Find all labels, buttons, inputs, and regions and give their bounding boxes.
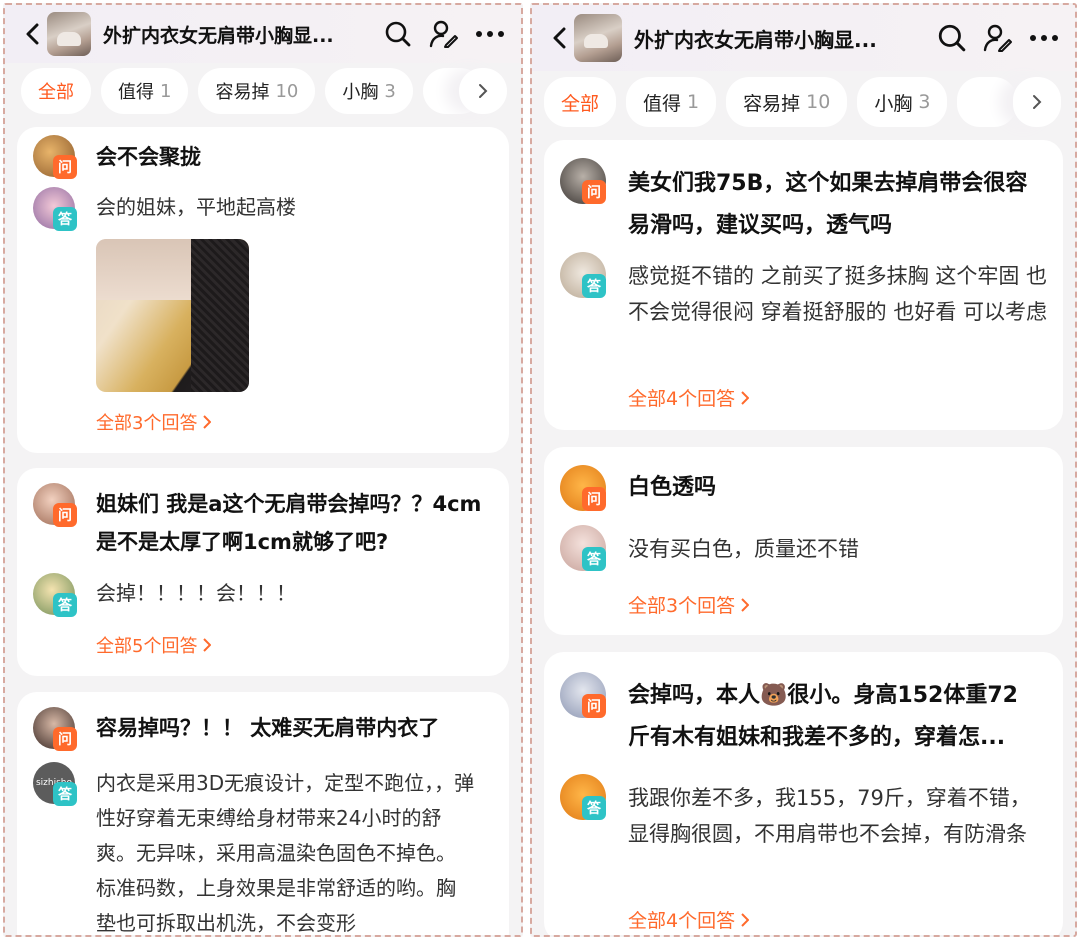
view-all-answers-link[interactable]: 全部3个回答 [628, 591, 750, 618]
top-nav-bar: 外扩内衣女无肩带小胸显... [5, 5, 521, 63]
answer-badge: 答 [582, 547, 606, 571]
top-nav-bar: 外扩内衣女无肩带小胸显... [532, 5, 1075, 71]
answer-badge: 答 [582, 796, 606, 820]
view-all-answers-link[interactable]: 全部4个回答 [628, 384, 750, 411]
question-badge: 问 [53, 155, 77, 179]
tab-small-chest[interactable]: 小胸 3 [325, 68, 413, 114]
question-text: 容易掉吗？！！ 太难买无肩带内衣了 [96, 716, 440, 740]
product-title: 外扩内衣女无肩带小胸显... [103, 24, 334, 47]
product-thumbnail[interactable] [47, 12, 91, 56]
question-text: 会掉吗，本人🐻很小。身高152体重72斤有木有姐妹和我差不多的，穿着怎... [628, 683, 1018, 750]
tab-all[interactable]: 全部 [21, 68, 91, 114]
chevron-right-icon [203, 638, 212, 652]
answer-text: 我跟你差不多，我155，79斤，穿着不错，显得胸很圆，不用肩带也不会掉，有防滑条 [628, 786, 1031, 846]
answer-photo[interactable] [96, 239, 249, 392]
question-badge: 问 [53, 727, 77, 751]
qa-card[interactable]: 问 美女们我75B，这个如果去掉肩带会很容易滑吗，建议买吗，透气吗 答 感觉挺不… [544, 140, 1063, 430]
product-title: 外扩内衣女无肩带小胸显... [634, 27, 877, 52]
tab-easy-fall[interactable]: 容易掉 10 [726, 77, 848, 127]
qa-card[interactable]: 问 姐妹们 我是a这个无肩带会掉吗？？4cm是不是太厚了啊1cm就够了吧? 答 … [17, 468, 509, 676]
answer-text: 没有买白色，质量还不错 [628, 537, 859, 561]
question-badge: 问 [582, 694, 606, 718]
chevron-right-icon [741, 390, 750, 405]
chevron-right-icon [203, 415, 212, 429]
answer-badge: 答 [582, 274, 606, 298]
tab-overflow[interactable] [957, 77, 1018, 127]
qa-card[interactable]: 问 容易掉吗？！！ 太难买无肩带内衣了 sizhisho 答 内衣是采用3D无痕… [17, 692, 509, 935]
question-text: 会不会聚拢 [96, 145, 201, 169]
question-text: 白色透吗 [628, 475, 717, 500]
follow-user-icon[interactable] [429, 19, 459, 49]
tab-worth[interactable]: 值得 1 [101, 68, 189, 114]
chevron-right-icon [741, 912, 750, 927]
question-badge: 问 [53, 503, 77, 527]
question-text: 美女们我75B，这个如果去掉肩带会很容易滑吗，建议买吗，透气吗 [628, 171, 1028, 238]
view-all-answers-link[interactable]: 全部4个回答 [628, 906, 750, 933]
chevron-right-icon[interactable] [1013, 77, 1061, 127]
qa-card[interactable]: 问 会掉吗，本人🐻很小。身高152体重72斤有木有姐妹和我差不多的，穿着怎...… [544, 652, 1063, 935]
answer-badge: 答 [53, 207, 77, 231]
question-text: 姐妹们 我是a这个无肩带会掉吗？？4cm是不是太厚了啊1cm就够了吧? [96, 492, 482, 554]
tab-easy-fall[interactable]: 容易掉 10 [198, 68, 316, 114]
chevron-right-icon [741, 597, 750, 612]
back-arrow-icon[interactable] [552, 27, 566, 49]
answer-badge: 答 [53, 782, 77, 806]
answer-text: 会的姐妹，平地起高楼 [96, 195, 296, 219]
qa-card[interactable]: 问 会不会聚拢 答 会的姐妹，平地起高楼 全部3个回答 [17, 127, 509, 453]
back-arrow-icon[interactable] [25, 23, 39, 45]
right-screenshot-panel: 外扩内衣女无肩带小胸显... 全部 值得 1 容易掉 10 小胸 3 问 美女们我75… [530, 3, 1077, 937]
left-screenshot-panel: 外扩内衣女无肩带小胸显... 全部 值得 1 容易掉 10 小胸 3 问 会不会聚拢 … [3, 3, 523, 937]
filter-tab-bar: 全部 值得 1 容易掉 10 小胸 3 [5, 68, 521, 114]
question-badge: 问 [582, 487, 606, 511]
search-icon[interactable] [937, 23, 967, 53]
answer-badge: 答 [53, 593, 77, 617]
tab-small-chest[interactable]: 小胸 3 [857, 77, 948, 127]
answer-text: 内衣是采用3D无痕设计，定型不跑位，，弹性好穿着无束缚给身材带来24小时的舒爽。… [96, 771, 475, 935]
more-options-icon[interactable] [1029, 23, 1059, 53]
question-badge: 问 [582, 180, 606, 204]
answer-text: 感觉挺不错的 之前买了挺多抹胸 这个牢固 也不会觉得很闷 穿着挺舒服的 也好看 … [628, 264, 1048, 324]
follow-user-icon[interactable] [983, 23, 1013, 53]
qa-card[interactable]: 问 白色透吗 答 没有买白色，质量还不错 全部3个回答 [544, 447, 1063, 635]
chevron-right-icon[interactable] [459, 68, 507, 114]
filter-tab-bar: 全部 值得 1 容易掉 10 小胸 3 [532, 77, 1075, 127]
view-all-answers-link[interactable]: 全部5个回答 [96, 632, 212, 658]
view-all-answers-link[interactable]: 全部3个回答 [96, 409, 212, 435]
search-icon[interactable] [383, 19, 413, 49]
more-options-icon[interactable] [475, 19, 505, 49]
tab-all[interactable]: 全部 [544, 77, 617, 127]
product-thumbnail[interactable] [574, 14, 622, 62]
answer-text: 会掉！！！！会！！！ [96, 581, 296, 605]
tab-worth[interactable]: 值得 1 [626, 77, 717, 127]
